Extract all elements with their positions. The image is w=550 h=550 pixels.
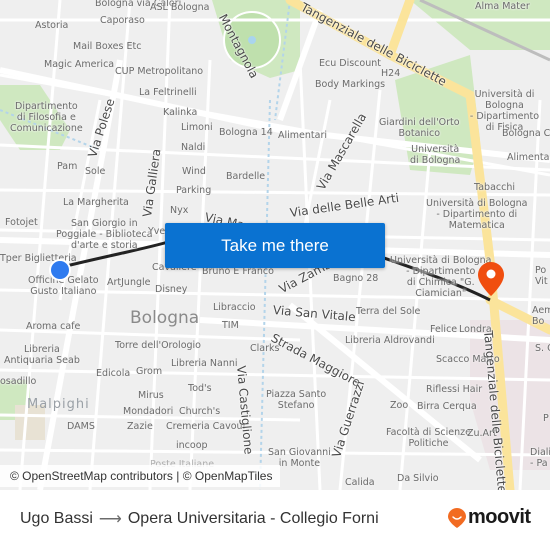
poi-label: Sole <box>85 166 106 177</box>
map-attribution[interactable]: © OpenStreetMap contributors | © OpenMap… <box>0 465 281 487</box>
poi-label: Disney <box>155 284 188 295</box>
poi-label: P <box>543 413 549 424</box>
poi-label: La Margherita <box>63 197 129 208</box>
poi-label: Facoltà di Scienze Politiche <box>386 427 471 449</box>
route-title: Ugo Bassi ⟶ Opera Universitaria - Colleg… <box>20 509 379 529</box>
poi-label: Bologna Co <box>502 128 550 139</box>
poi-label: H24 <box>381 68 401 79</box>
arrow-right-icon: ⟶ <box>98 511 122 528</box>
poi-label: Da Silvio <box>397 473 439 484</box>
poi-label: osadillo <box>0 376 37 387</box>
origin-name: Ugo Bassi <box>20 510 93 527</box>
poi-label: La Feltrinelli <box>139 87 197 98</box>
poi-label: Zazie <box>127 421 153 432</box>
destination-name: Opera Universitaria - Collegio Forni <box>127 510 379 527</box>
city-label: Bologna <box>130 308 200 328</box>
take-me-there-button[interactable]: Take me there <box>165 223 385 268</box>
poi-label: Complesso Alma Mater <box>475 0 530 12</box>
moovit-wordmark: moovit <box>468 506 531 528</box>
poi-label: Kalinka <box>163 107 198 118</box>
moovit-pin-icon <box>448 507 466 528</box>
poi-label: Bardelle <box>226 171 266 182</box>
poi-label: Università di Bologna - Dipartimento di … <box>469 89 540 133</box>
poi-label: Edicola <box>96 368 131 379</box>
poi-label: Libreria Aldrovandi <box>345 335 435 346</box>
poi-label: Tabacchi <box>474 182 516 193</box>
poi-label: Piazza Santo Stefano <box>266 389 327 411</box>
poi-label: ASL Bologna <box>150 2 210 13</box>
poi-label: DAMS <box>67 421 95 432</box>
poi-label: Mail Boxes Etc <box>73 41 142 52</box>
poi-label: Grom <box>136 366 163 377</box>
poi-label: Parking <box>176 185 212 196</box>
poi-label: Zoo <box>390 400 409 411</box>
poi-label: Aroma cafe <box>26 321 81 332</box>
poi-label: Naldi <box>181 142 206 153</box>
poi-label: TIM <box>222 320 239 331</box>
poi-label: Pam <box>57 161 78 172</box>
poi-label: Bologna 14 <box>219 127 273 138</box>
poi-label: Torre dell'Orologio <box>115 340 201 351</box>
poi-label: Wind <box>182 166 206 177</box>
poi-label: Birra Cerqua <box>417 401 477 412</box>
poi-label: Po Vit <box>535 265 548 287</box>
poi-label: Università di Bologna - Dipartimento di … <box>426 198 528 231</box>
poi-label: Body Markings <box>315 79 386 90</box>
map[interactable]: Bologna via Calori ASL Bologna Astoria C… <box>0 0 550 490</box>
poi-label: Calida <box>345 477 375 488</box>
poi-label: Dipartimento di Filosofia e Comunicazion… <box>10 101 83 134</box>
poi-label: Riflessi Hair <box>426 384 483 395</box>
poi-label: Università di Bologna - Dipartimento di … <box>390 255 492 299</box>
poi-label: Limoni <box>181 122 213 133</box>
poi-label: Libreria Nanni <box>171 358 238 369</box>
poi-label: Fotojet <box>5 217 38 228</box>
poi-label: Church's <box>179 406 221 417</box>
poi-label: Università di Bologna <box>410 144 461 166</box>
poi-label: Felice <box>430 324 458 335</box>
poi-label: Terra del Sole <box>356 306 421 317</box>
destination-pin-icon[interactable] <box>478 262 504 300</box>
poi-label: San Giorgio in Poggiale - Biblioteca d'a… <box>56 218 153 251</box>
poi-label: ArtJungle <box>107 277 151 288</box>
origin-marker-icon[interactable] <box>49 259 71 281</box>
poi-label: CUP Metropolitano <box>115 66 204 77</box>
poi-label: Libreria Antiquaria Seab <box>4 344 80 366</box>
poi-label: Mirus <box>138 390 164 401</box>
district-label: Malpighi <box>27 397 90 412</box>
poi-label: Caporaso <box>100 15 145 26</box>
poi-label: Cremeria Cavour <box>166 421 247 432</box>
poi-label: Bagno 28 <box>333 273 379 284</box>
poi-label: Astoria <box>35 20 69 31</box>
poi-label: Alimentari <box>278 130 327 141</box>
poi-label: Alimentari <box>507 152 550 163</box>
poi-label: Libraccio <box>213 302 256 313</box>
moovit-logo[interactable]: moovit <box>448 506 531 529</box>
poi-label: Dialis - Pa <box>530 447 550 469</box>
poi-label: Aem Bo <box>532 305 550 327</box>
poi-label: Giardini dell'Orto Botanico <box>379 117 460 139</box>
poi-label: Nyx <box>170 205 189 216</box>
poi-label: Mondadori <box>123 406 174 417</box>
poi-label: Ecu Discount <box>319 58 381 69</box>
poi-label: incoop <box>176 440 208 451</box>
poi-label: Tod's <box>188 383 212 394</box>
poi-label: S. O <box>535 343 550 354</box>
poi-label: Magic America <box>44 59 115 70</box>
